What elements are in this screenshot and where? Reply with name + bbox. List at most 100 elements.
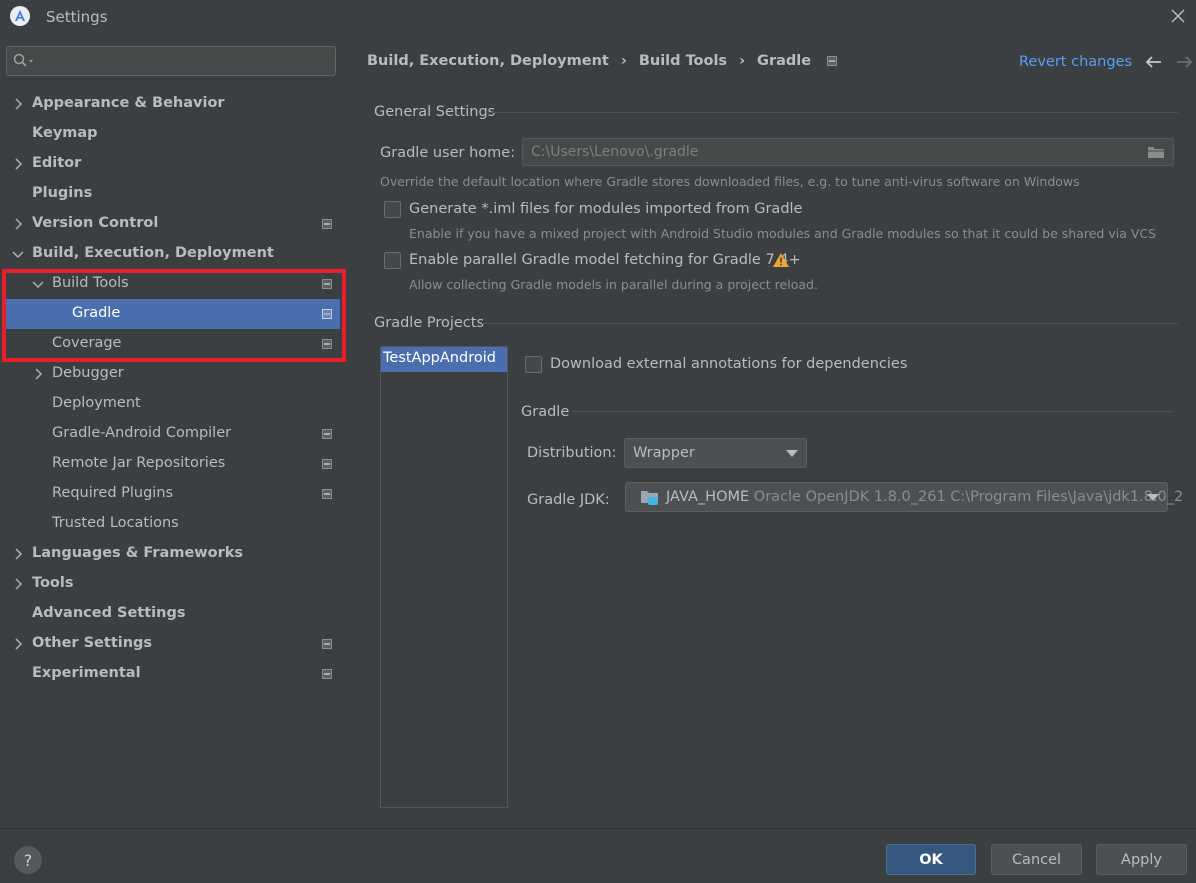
close-icon[interactable] [1168,6,1188,26]
breadcrumb-item: Build, Execution, Deployment [367,53,609,69]
folder-icon[interactable] [1147,145,1165,159]
apply-button[interactable]: Apply [1096,844,1187,875]
sidebar-item-label: Languages & Frameworks [32,545,244,561]
back-arrow-icon[interactable] [1145,54,1163,70]
sidebar-item-label: Experimental [32,665,141,681]
sidebar-item-advanced-settings[interactable]: Advanced Settings [0,599,346,629]
sidebar-item-label: Deployment [52,395,141,411]
sidebar-item-label: Other Settings [32,635,153,651]
chevron-down-icon [786,450,798,457]
gradle-projects-title: Gradle Projects [374,315,485,331]
section-divider [482,323,1178,324]
generate-iml-hint: Enable if you have a mixed project with … [409,226,1157,241]
ok-button[interactable]: OK [886,844,976,875]
sidebar-item-editor[interactable]: Editor [0,149,346,179]
title-bar: Settings [0,0,1196,34]
breadcrumb: Build, Execution, Deployment › Build Too… [367,53,838,69]
gradle-jdk-dropdown[interactable]: JAVA_HOME Oracle OpenJDK 1.8.0_261 C:\Pr… [625,482,1183,512]
jdk-folder-icon [641,491,658,505]
distribution-dropdown[interactable]: Wrapper [624,438,807,468]
sidebar-item-label: Advanced Settings [32,605,186,621]
dialog-footer: ? OK Cancel Apply [0,828,1196,883]
cancel-button[interactable]: Cancel [991,844,1082,875]
chevron-right-icon[interactable] [11,157,25,171]
section-divider [572,411,1172,412]
project-level-icon [827,56,838,66]
project-level-icon [322,429,332,439]
sidebar-item-label: Keymap [32,125,98,141]
sidebar-item-label: Remote Jar Repositories [52,455,226,471]
project-level-icon [322,219,332,229]
sidebar-item-label: Appearance & Behavior [32,95,225,111]
search-icon [13,53,33,67]
sidebar-item-label: Required Plugins [52,485,174,501]
parallel-fetching-checkbox[interactable] [384,252,401,269]
sidebar-item-gradle-android-compiler[interactable]: Gradle-Android Compiler [0,419,346,449]
sidebar-item-version-control[interactable]: Version Control [0,209,346,239]
section-divider [486,112,1178,113]
sidebar-item-other-settings[interactable]: Other Settings [0,629,346,659]
sidebar-item-tools[interactable]: Tools [0,569,346,599]
gradle-home-value: C:\Users\Lenovo\.gradle [531,144,699,160]
sidebar-item-appearance-behavior[interactable]: Appearance & Behavior [0,89,346,119]
warning-icon [773,253,789,267]
revert-changes-link[interactable]: Revert changes [1019,54,1132,70]
chevron-right-icon[interactable] [11,637,25,651]
gradle-home-label: Gradle user home: [380,145,516,161]
chevron-right-icon[interactable] [11,577,25,591]
parallel-fetching-hint: Allow collecting Gradle models in parall… [409,277,818,292]
general-settings-title: General Settings [374,104,496,120]
chevron-right-icon[interactable] [31,367,45,381]
parallel-fetching-label: Enable parallel Gradle model fetching fo… [409,252,801,268]
generate-iml-label: Generate *.iml files for modules importe… [409,201,803,217]
sidebar-item-build-execution-deployment[interactable]: Build, Execution, Deployment [0,239,346,269]
sidebar-item-languages-frameworks[interactable]: Languages & Frameworks [0,539,346,569]
jdk-detail: Oracle OpenJDK 1.8.0_261 C:\Program File… [753,489,1184,505]
breadcrumb-item: Build Tools [638,53,728,69]
breadcrumb-separator: › [620,53,627,69]
sidebar-item-keymap[interactable]: Keymap [0,119,346,149]
settings-tree: Appearance & Behavior Keymap Editor Plugins… [0,89,346,689]
android-studio-icon [10,6,30,26]
list-item[interactable]: TestAppAndroid [381,347,507,372]
gradle-home-hint: Override the default location where Grad… [380,174,1080,189]
sidebar-item-plugins[interactable]: Plugins [0,179,346,209]
breadcrumb-separator: › [739,53,746,69]
sidebar-item-label: Plugins [32,185,93,201]
distribution-label: Distribution: [527,445,617,461]
sidebar-item-deployment[interactable]: Deployment [0,389,346,419]
gradle-home-field[interactable]: C:\Users\Lenovo\.gradle [522,138,1174,166]
sidebar-item-debugger[interactable]: Debugger [0,359,346,389]
breadcrumb-item: Gradle [757,53,812,69]
chevron-down-icon[interactable] [11,247,25,261]
sidebar-item-label: Build, Execution, Deployment [32,245,274,261]
settings-sidebar: Appearance & Behavior Keymap Editor Plugins… [0,34,346,828]
generate-iml-checkbox[interactable] [384,201,401,218]
sidebar-item-trusted-locations[interactable]: Trusted Locations [0,509,346,539]
sidebar-item-experimental[interactable]: Experimental [0,659,346,689]
settings-search-input[interactable] [6,46,336,76]
chevron-right-icon[interactable] [11,547,25,561]
sidebar-item-remote-jar-repositories[interactable]: Remote Jar Repositories [0,449,346,479]
chevron-right-icon[interactable] [11,97,25,111]
chevron-down-icon [1147,494,1159,501]
gradle-jdk-label: Gradle JDK: [527,492,610,508]
download-annotations-checkbox[interactable] [525,356,542,373]
main-panel: Build, Execution, Deployment › Build Too… [346,34,1196,828]
sidebar-item-label: Tools [32,575,74,591]
highlight-annotation [2,269,346,362]
forward-arrow-icon[interactable] [1175,54,1193,70]
project-level-icon [322,669,332,679]
project-level-icon [322,639,332,649]
sidebar-item-label: Trusted Locations [52,515,179,531]
sidebar-item-required-plugins[interactable]: Required Plugins [0,479,346,509]
download-annotations-label: Download external annotations for depend… [550,356,908,372]
help-button[interactable]: ? [14,846,42,874]
gradle-section-title: Gradle [521,404,570,420]
project-level-icon [322,489,332,499]
gradle-projects-list[interactable]: TestAppAndroid [380,346,508,808]
chevron-right-icon[interactable] [11,217,25,231]
distribution-value: Wrapper [633,445,695,461]
sidebar-item-label: Debugger [52,365,124,381]
jdk-value: JAVA_HOME Oracle OpenJDK 1.8.0_261 C:\Pr… [666,489,1183,505]
